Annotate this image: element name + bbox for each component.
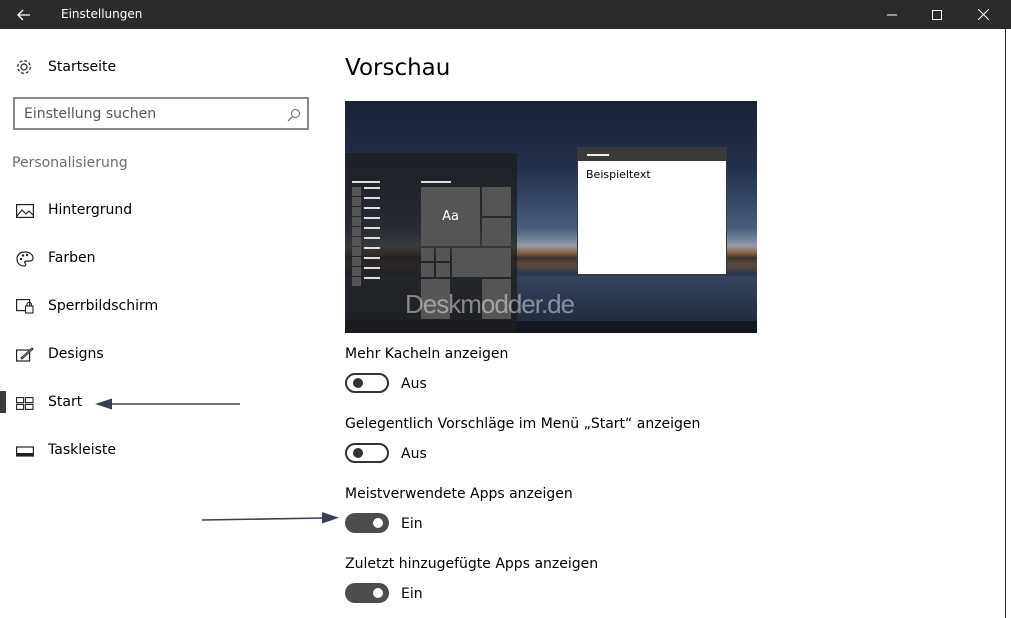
preview-tiles-header	[421, 181, 451, 183]
preview-tile	[436, 263, 450, 277]
toggle-suggestions[interactable]	[345, 443, 389, 463]
preview-app-list	[364, 187, 380, 287]
minimize-icon	[887, 14, 897, 15]
taskbar-icon	[16, 443, 34, 462]
close-button[interactable]	[960, 0, 1006, 29]
selection-indicator	[0, 391, 6, 413]
preview-image: Aa Beispieltext Deskmodder.de	[345, 101, 757, 333]
home-label: Startseite	[48, 59, 117, 75]
maximize-button[interactable]	[914, 0, 960, 29]
toggle-knob	[353, 448, 363, 458]
window-border	[1005, 29, 1006, 618]
sidebar-item-sperrbildschirm[interactable]: Sperrbildschirm	[0, 287, 320, 327]
toggle-recently-added[interactable]	[345, 583, 389, 603]
toggle-state-most-used: Ein	[401, 516, 423, 532]
toggle-state-suggestions: Aus	[401, 446, 427, 462]
preview-tile	[436, 248, 450, 261]
setting-label-most-used: Meistverwendete Apps anzeigen	[345, 486, 573, 502]
sidebar-item-label: Sperrbildschirm	[48, 298, 159, 314]
setting-label-suggestions: Gelegentlich Vorschläge im Menü „Start“ …	[345, 416, 701, 432]
sidebar-item-hintergrund[interactable]: Hintergrund	[0, 191, 320, 231]
preview-icon-column	[352, 187, 361, 287]
window-title: Einstellungen	[61, 7, 143, 21]
sidebar-item-taskleiste[interactable]: Taskleiste	[0, 431, 320, 471]
sidebar-item-label: Farben	[48, 250, 96, 266]
back-button[interactable]	[0, 0, 48, 29]
setting-label-more-tiles: Mehr Kacheln anzeigen	[345, 346, 509, 362]
sidebar-item-label: Designs	[48, 346, 104, 362]
minimize-button[interactable]	[869, 0, 915, 29]
maximize-icon	[932, 9, 942, 20]
preview-tile	[452, 248, 511, 277]
search-box[interactable]	[13, 97, 309, 130]
toggle-knob	[373, 518, 383, 528]
lockscreen-icon	[16, 299, 34, 318]
preview-start-header	[352, 181, 380, 183]
title-bar: Einstellungen	[0, 0, 1011, 29]
picture-icon	[16, 203, 34, 222]
preview-window: Beispieltext	[577, 147, 727, 275]
toggle-state-recently-added: Ein	[401, 586, 423, 602]
category-heading: Personalisierung	[12, 155, 128, 171]
palette-icon	[16, 251, 34, 271]
preview-window-text: Beispieltext	[586, 168, 651, 181]
sidebar-item-farben[interactable]: Farben	[0, 239, 320, 279]
page-title: Vorschau	[345, 55, 451, 81]
toggle-knob	[353, 378, 363, 388]
sidebar-item-label: Hintergrund	[48, 202, 133, 218]
sidebar-item-label: Start	[48, 394, 83, 410]
preview-tile	[482, 218, 511, 246]
preview-window-titlebar	[578, 148, 726, 161]
home-link[interactable]: Startseite	[0, 52, 320, 82]
sidebar-item-label: Taskleiste	[48, 442, 117, 458]
preview-tile	[421, 263, 434, 277]
toggle-most-used[interactable]	[345, 513, 389, 533]
sidebar-item-designs[interactable]: Designs	[0, 335, 320, 375]
start-icon	[16, 395, 34, 414]
close-icon	[977, 9, 989, 20]
toggle-knob	[373, 588, 383, 598]
themes-icon	[16, 347, 34, 367]
gear-icon	[15, 58, 33, 80]
setting-label-recently-added: Zuletzt hinzugefügte Apps anzeigen	[345, 556, 599, 572]
preview-tile-large: Aa	[421, 187, 480, 246]
toggle-state-more-tiles: Aus	[401, 376, 427, 392]
preview-tile	[421, 248, 434, 261]
toggle-more-tiles[interactable]	[345, 373, 389, 393]
annotation-arrow-toggle	[201, 512, 339, 524]
search-icon[interactable]	[287, 107, 301, 126]
search-input[interactable]	[24, 104, 274, 123]
annotation-arrow-start	[95, 398, 240, 410]
watermark: Deskmodder.de	[405, 289, 575, 319]
preview-tile	[482, 187, 511, 216]
back-arrow-icon	[17, 9, 30, 20]
